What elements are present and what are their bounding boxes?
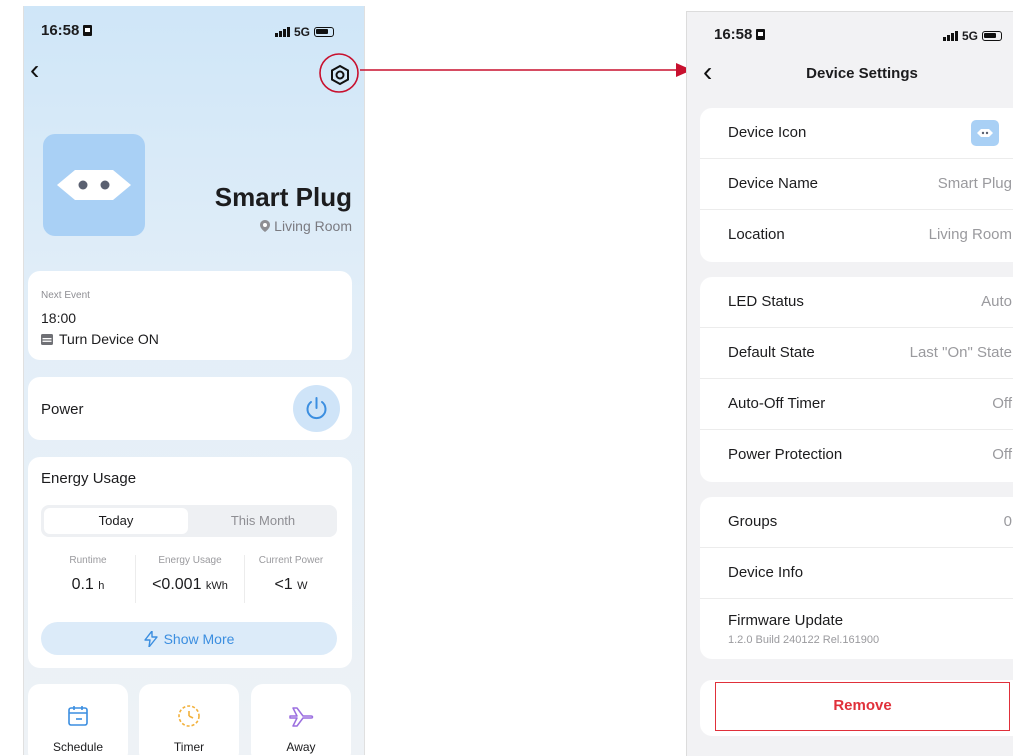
setting-device-name[interactable]: Device Name Smart Plug >: [700, 159, 1013, 210]
status-bar: 16:58: [714, 26, 766, 43]
firmware-version: 1.2.0 Build 240122 Rel.161900: [728, 634, 880, 646]
setting-label: Device Name: [728, 175, 819, 192]
setting-led-status[interactable]: LED Status Auto >: [700, 277, 1013, 328]
setting-value: Smart Plug: [937, 175, 1012, 192]
setting-power-protection[interactable]: Power Protection Off >: [700, 430, 1013, 481]
plug-icon: [977, 129, 993, 137]
remove-button[interactable]: Remove: [715, 682, 1010, 731]
device-settings-screen: 16:58 5G ‹ Device Settings Device Icon >…: [686, 11, 1013, 756]
setting-default-state[interactable]: Default State Last "On" State >: [700, 328, 1013, 379]
device-icon-thumbnail: [971, 120, 999, 146]
setting-value: Off: [992, 446, 1012, 463]
status-indicators: 5G: [943, 29, 1003, 43]
setting-label: Device Icon: [728, 124, 807, 141]
highlight-circle: [319, 53, 359, 93]
setting-label: Groups: [728, 513, 778, 530]
page-title: Device Settings: [806, 65, 918, 82]
setting-device-icon[interactable]: Device Icon >: [700, 108, 1013, 159]
setting-value: Auto: [981, 293, 1012, 310]
setting-groups[interactable]: Groups 0 >: [700, 497, 1013, 548]
signal-icon: [943, 31, 958, 41]
setting-location[interactable]: Location Living Room >: [700, 210, 1013, 261]
remove-card: Remove: [700, 680, 1013, 736]
setting-device-info[interactable]: Device Info >: [700, 548, 1013, 599]
setting-firmware-update[interactable]: Firmware Update 1.2.0 Build 240122 Rel.1…: [700, 599, 1013, 659]
setting-value: Last "On" State: [909, 344, 1012, 361]
setting-auto-off-timer[interactable]: Auto-Off Timer Off >: [700, 379, 1013, 430]
settings-group-behavior: LED Status Auto > Default State Last "On…: [700, 277, 1013, 482]
sim-icon: [756, 29, 766, 40]
setting-label: Firmware Update: [728, 612, 844, 629]
settings-group-device: Device Icon > Device Name Smart Plug > L…: [700, 108, 1013, 262]
setting-label: Default State: [728, 344, 815, 361]
battery-icon: [982, 31, 1003, 41]
status-time: 16:58: [714, 26, 753, 43]
setting-label: Location: [728, 226, 785, 243]
setting-value: 0: [1003, 513, 1012, 530]
setting-value: Living Room: [928, 226, 1012, 243]
setting-label: LED Status: [728, 293, 804, 310]
setting-label: Auto-Off Timer: [728, 395, 826, 412]
setting-label: Power Protection: [728, 446, 843, 463]
setting-label: Device Info: [728, 564, 804, 581]
settings-group-info: Groups 0 > Device Info > Firmware Update…: [700, 497, 1013, 659]
setting-value: Off: [992, 395, 1012, 412]
network-label: 5G: [962, 29, 979, 43]
